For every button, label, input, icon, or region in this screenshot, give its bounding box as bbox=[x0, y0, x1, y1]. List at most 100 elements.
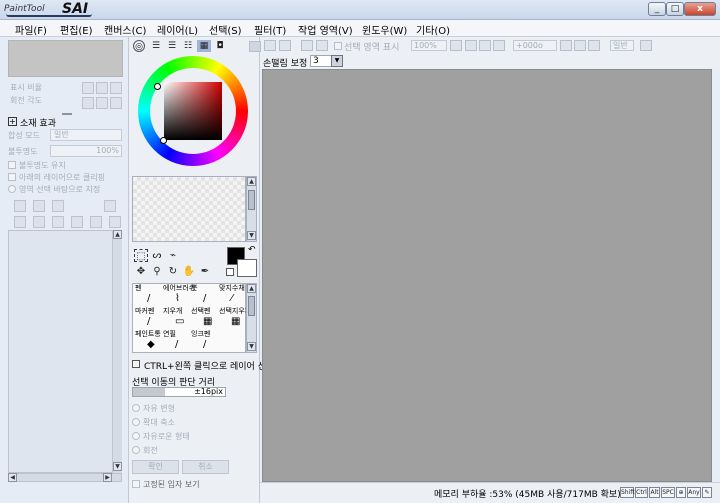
blend-mode-select[interactable]: 일반 bbox=[50, 129, 122, 141]
lasso-tool-icon[interactable]: ᔕ bbox=[150, 249, 164, 262]
free-transform-radio[interactable] bbox=[132, 404, 140, 412]
rotate-right-button[interactable] bbox=[96, 97, 108, 109]
rotate-right-icon[interactable] bbox=[588, 40, 600, 51]
layer-mask-icon[interactable] bbox=[109, 216, 121, 228]
angle-dropdown-icon[interactable] bbox=[560, 40, 572, 51]
brush-select-eraser[interactable]: 선택지우개 ▦ bbox=[217, 307, 251, 329]
scroll-down-icon[interactable]: ▼ bbox=[247, 342, 256, 351]
menu-file[interactable]: 파일(F) bbox=[15, 22, 47, 37]
brush-ink-pen[interactable]: 잉크펜 / bbox=[189, 330, 217, 352]
menu-filter[interactable]: 필터(T) bbox=[254, 22, 286, 37]
swatches-tab-icon[interactable]: ▦ bbox=[197, 40, 211, 52]
new-layer-icon[interactable] bbox=[14, 200, 26, 212]
menu-select[interactable]: 선택(S) bbox=[209, 22, 242, 37]
color-wheel-tab-icon[interactable]: ◎ bbox=[133, 40, 145, 52]
opacity-slider[interactable]: 100% bbox=[50, 145, 122, 157]
selection-source-radio[interactable] bbox=[8, 185, 16, 193]
merge-down-icon[interactable] bbox=[52, 216, 64, 228]
show-selection-checkbox[interactable] bbox=[334, 42, 342, 50]
hsv-tab-icon[interactable]: ☷ bbox=[181, 40, 195, 52]
magic-wand-tool-icon[interactable]: ⌁ bbox=[166, 249, 180, 262]
scratch-pad[interactable] bbox=[132, 176, 246, 242]
brush-grid[interactable]: 펜 / 에어브러쉬 ⌇ 붓 / 맞지수채 ⁄ 마커펜 / 지우개 ▭ 선택펜 ▦ 선택지우개 ▦… bbox=[132, 283, 251, 353]
new-linework-layer-icon[interactable] bbox=[33, 200, 45, 212]
brush-select-pen[interactable]: 선택펜 ▦ bbox=[189, 307, 217, 329]
zoom-tool-icon[interactable]: ⚲ bbox=[150, 265, 164, 278]
scratchpad-scrollbar[interactable]: ▲ ▼ bbox=[246, 176, 257, 242]
rotate-left-icon[interactable] bbox=[574, 40, 586, 51]
move-distance-slider[interactable]: ±16pix bbox=[132, 387, 226, 397]
preserve-opacity-checkbox[interactable] bbox=[8, 161, 16, 169]
new-folder-icon[interactable] bbox=[52, 200, 64, 212]
zoom-in-icon[interactable] bbox=[479, 40, 491, 51]
brush-watercolor[interactable]: 맞지수채 ⁄ bbox=[217, 284, 245, 306]
view-mode-dropdown-icon[interactable] bbox=[640, 40, 652, 51]
panel-collapse-icon[interactable] bbox=[249, 41, 261, 52]
scroll-up-icon[interactable]: ▲ bbox=[113, 230, 122, 239]
layer-list-vscrollbar[interactable]: ▲ ▼ bbox=[112, 230, 122, 473]
redo-icon[interactable] bbox=[279, 40, 291, 51]
scroll-up-icon[interactable]: ▲ bbox=[247, 177, 256, 186]
menu-edit[interactable]: 편집(E) bbox=[60, 22, 93, 37]
scrollbar-thumb[interactable] bbox=[248, 296, 255, 316]
ctrl-click-checkbox[interactable] bbox=[132, 360, 140, 368]
rotate-reset-button[interactable] bbox=[110, 97, 122, 109]
rotate-tool-icon[interactable]: ↻ bbox=[166, 265, 180, 278]
swap-colors-icon[interactable]: ↶ bbox=[248, 245, 256, 255]
scroll-left-icon[interactable]: ◀ bbox=[8, 473, 17, 482]
saturation-value-square[interactable] bbox=[164, 82, 222, 140]
scale-radio[interactable] bbox=[132, 418, 140, 426]
zoom-in-button[interactable] bbox=[96, 82, 108, 94]
undo-icon[interactable] bbox=[264, 40, 276, 51]
scroll-up-icon[interactable]: ▲ bbox=[247, 284, 256, 293]
layer-list-hscrollbar[interactable]: ◀ ▶ bbox=[8, 473, 122, 482]
clip-below-checkbox[interactable] bbox=[8, 173, 16, 181]
sliders-tab-icon[interactable]: ☰ bbox=[149, 40, 163, 52]
panel-divider[interactable] bbox=[62, 113, 72, 115]
menu-layer[interactable]: 레이어(L) bbox=[157, 22, 198, 37]
marquee-tool-icon[interactable]: ⬚ bbox=[134, 249, 148, 262]
expand-plus-icon[interactable]: + bbox=[8, 117, 17, 126]
copy-layer-icon[interactable] bbox=[14, 216, 26, 228]
sub-color-swatch[interactable] bbox=[237, 259, 257, 277]
angle-field[interactable]: +000o bbox=[513, 40, 557, 51]
invert-selection-icon[interactable] bbox=[316, 40, 328, 51]
eyedropper-tool-icon[interactable]: ✒ bbox=[198, 265, 212, 278]
zoom-out-icon[interactable] bbox=[465, 40, 477, 51]
layer-menu-icon[interactable] bbox=[104, 200, 116, 212]
rotate-left-button[interactable] bbox=[82, 97, 94, 109]
menu-workspace[interactable]: 작업 영역(V) bbox=[298, 22, 353, 37]
zoom-out-button[interactable] bbox=[82, 82, 94, 94]
fixed-particle-checkbox[interactable] bbox=[132, 480, 140, 488]
transfer-down-icon[interactable] bbox=[33, 216, 45, 228]
brush-eraser[interactable]: 지우개 ▭ bbox=[161, 307, 189, 329]
cancel-button[interactable]: 취소 bbox=[182, 460, 229, 474]
minimize-button[interactable]: _ bbox=[648, 2, 666, 16]
deselect-icon[interactable] bbox=[301, 40, 313, 51]
menu-window[interactable]: 윈도우(W) bbox=[362, 22, 407, 37]
brush-bucket[interactable]: 페인트통 ◆ bbox=[133, 330, 161, 352]
brush-grid-scrollbar[interactable]: ▲ ▼ bbox=[246, 283, 257, 353]
menu-other[interactable]: 기타(O) bbox=[416, 22, 450, 37]
stabilizer-dropdown-icon[interactable]: ▼ bbox=[331, 55, 343, 67]
delete-layer-icon[interactable] bbox=[71, 216, 83, 228]
ok-button[interactable]: 확인 bbox=[132, 460, 179, 474]
menu-canvas[interactable]: 캔버스(C) bbox=[104, 22, 146, 37]
scroll-right-icon[interactable]: ▶ bbox=[103, 473, 112, 482]
close-button[interactable]: x bbox=[684, 2, 716, 16]
view-mode-field[interactable]: 일반 bbox=[610, 40, 634, 51]
clear-layer-icon[interactable] bbox=[90, 216, 102, 228]
zoom-reset-button[interactable] bbox=[110, 82, 122, 94]
hand-tool-icon[interactable]: ✋ bbox=[182, 265, 196, 278]
rotate-radio[interactable] bbox=[132, 446, 140, 454]
color-wheel[interactable] bbox=[138, 56, 248, 166]
brush-pencil[interactable]: 연필 / bbox=[161, 330, 189, 352]
scroll-down-icon[interactable]: ▼ bbox=[113, 462, 122, 471]
hue-marker[interactable] bbox=[154, 83, 161, 90]
maximize-button[interactable]: □ bbox=[666, 2, 684, 16]
zoom-dropdown-icon[interactable] bbox=[450, 40, 462, 51]
scroll-down-icon[interactable]: ▼ bbox=[247, 231, 256, 240]
scratchpad-tab-icon[interactable]: ◘ bbox=[213, 40, 227, 52]
free-form-radio[interactable] bbox=[132, 432, 140, 440]
layer-list[interactable] bbox=[8, 230, 122, 473]
